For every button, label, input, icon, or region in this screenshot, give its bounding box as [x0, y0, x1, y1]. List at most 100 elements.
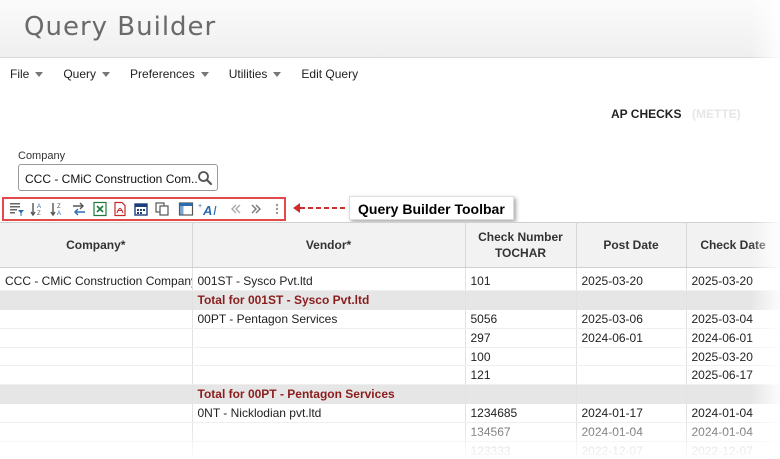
table-total-row[interactable]: Total for 00PT - Pentagon Services — [0, 384, 780, 405]
cell-post-date: 2024-01-04 — [576, 422, 687, 443]
cell-check-number: 123333 — [465, 441, 577, 459]
cell-post-date: 2024-01-17 — [576, 403, 687, 424]
svg-text:Z: Z — [37, 211, 41, 217]
column-header-check-number[interactable]: Check Number TOCHAR — [465, 222, 577, 268]
table-row[interactable]: 0NT - Nicklodian pvt.ltd 1234685 2024-01… — [0, 403, 780, 424]
cell-company — [0, 309, 193, 329]
column-header-check-date[interactable]: Check Date — [686, 222, 780, 268]
cell-post-date — [576, 384, 687, 405]
chevron-down-icon — [102, 71, 111, 77]
menu-preferences-label: Preferences — [130, 67, 195, 81]
filter-icon[interactable] — [7, 200, 27, 218]
text-format-icon[interactable]: + A I — [197, 200, 225, 218]
cell-check-number — [465, 384, 577, 405]
menu-query[interactable]: Query — [53, 67, 120, 81]
cell-vendor: 001ST - Sysco Pvt.ltd — [192, 271, 466, 291]
cell-check-number — [465, 290, 577, 310]
cell-post-date — [576, 290, 687, 310]
table-row[interactable]: 100 2025-03-20 — [0, 347, 780, 367]
copy-icon[interactable] — [152, 200, 172, 218]
svg-text:A: A — [202, 203, 212, 217]
chevron-down-icon — [273, 71, 282, 77]
cell-company — [0, 422, 193, 443]
cell-company — [0, 441, 193, 459]
export-pdf-icon[interactable] — [110, 200, 130, 218]
cell-check-date: 2024-01-04 — [686, 422, 780, 443]
cell-post-date — [576, 347, 687, 367]
column-header-company[interactable]: Company* — [0, 222, 193, 268]
sort-descending-icon[interactable]: Z A — [48, 200, 68, 218]
search-icon[interactable] — [196, 169, 214, 187]
first-page-icon[interactable] — [226, 200, 246, 218]
cell-post-date: 2025-03-06 — [576, 309, 687, 329]
cell-company — [0, 328, 193, 348]
cell-check-number: 101 — [465, 271, 577, 291]
results-table: Company* Vendor* Check Number TOCHAR Pos… — [0, 222, 780, 459]
menu-file[interactable]: File — [0, 67, 53, 81]
table-header-row: Company* Vendor* Check Number TOCHAR Pos… — [0, 222, 780, 268]
menu-query-label: Query — [63, 67, 97, 81]
menu-utilities-label: Utilities — [228, 67, 268, 81]
cell-post-date: 2024-06-01 — [576, 328, 687, 348]
table-row[interactable]: 123333 2022-12-07 2022-12-07 — [0, 441, 780, 459]
table-row[interactable]: CCC - CMiC Construction Company 001ST - … — [0, 271, 780, 291]
column-header-check-number-label: Check Number — [478, 230, 563, 244]
cell-vendor — [192, 347, 466, 367]
query-builder-toolbar: A Z Z A + A I — [2, 197, 286, 221]
menu-file-label: File — [10, 67, 30, 81]
table-row[interactable]: 121 2025-06-17 — [0, 365, 780, 386]
layout-icon[interactable] — [176, 200, 196, 218]
report-title: AP CHECKS — [611, 107, 682, 121]
column-header-post-date[interactable]: Post Date — [576, 222, 687, 268]
svg-text:A: A — [37, 204, 41, 210]
table-row[interactable]: 00PT - Pentagon Services 5056 2025-03-06… — [0, 309, 780, 329]
sort-ascending-icon[interactable]: A Z — [28, 200, 48, 218]
cell-vendor: 00PT - Pentagon Services — [192, 309, 466, 329]
table-row[interactable]: 134567 2024-01-04 2024-01-04 — [0, 422, 780, 443]
cell-check-date — [686, 290, 780, 310]
chevron-down-icon — [35, 71, 44, 77]
cell-post-date: 2025-03-20 — [576, 271, 687, 291]
cell-check-number: 297 — [465, 328, 577, 348]
cell-company: CCC - CMiC Construction Company — [0, 271, 193, 291]
cell-vendor: 0NT - Nicklodian pvt.ltd — [192, 403, 466, 424]
cell-check-date: 2024-01-04 — [686, 403, 780, 424]
menu-edit-query[interactable]: Edit Query — [291, 67, 368, 81]
calendar-icon[interactable] — [131, 200, 151, 218]
cell-vendor — [192, 441, 466, 459]
callout-arrow-icon — [293, 203, 347, 213]
cell-check-number: 5056 — [465, 309, 577, 329]
cell-company — [0, 384, 193, 405]
cell-total-label: Total for 00PT - Pentagon Services — [192, 384, 466, 405]
cell-vendor — [192, 328, 466, 348]
next-page-icon[interactable] — [247, 200, 267, 218]
cell-company — [0, 403, 193, 424]
svg-text:Z: Z — [57, 204, 61, 210]
cell-vendor — [192, 422, 466, 443]
company-filter-input[interactable]: CCC - CMiC Construction Com... — [18, 164, 218, 191]
menu-edit-query-label: Edit Query — [301, 67, 359, 81]
cell-company — [0, 365, 193, 386]
table-total-row[interactable]: Total for 001ST - Sysco Pvt.ltd — [0, 290, 780, 310]
cell-check-number: 1234685 — [465, 403, 577, 424]
more-options-icon[interactable] — [271, 200, 283, 218]
export-excel-icon[interactable] — [90, 200, 110, 218]
cell-post-date — [576, 365, 687, 386]
cell-vendor — [192, 365, 466, 386]
menu-bar: File Query Preferences Utilities Edit Qu… — [0, 64, 368, 84]
chevron-down-icon — [200, 71, 209, 77]
menu-preferences[interactable]: Preferences — [120, 67, 219, 81]
column-header-tochar-label: TOCHAR — [494, 246, 547, 260]
table-row[interactable]: 297 2024-06-01 2024-06-01 — [0, 328, 780, 348]
column-header-vendor[interactable]: Vendor* — [192, 222, 466, 268]
swap-columns-icon[interactable] — [69, 200, 89, 218]
cell-company — [0, 290, 193, 310]
cell-company — [0, 347, 193, 367]
menu-utilities[interactable]: Utilities — [219, 67, 292, 81]
app-header: Query Builder — [0, 0, 780, 58]
cell-check-number: 134567 — [465, 422, 577, 443]
cell-post-date: 2022-12-07 — [576, 441, 687, 459]
cell-check-date: 2022-12-07 — [686, 441, 780, 459]
cell-check-date: 2025-06-17 — [686, 365, 780, 386]
company-filter-value: CCC - CMiC Construction Com... — [25, 172, 197, 186]
